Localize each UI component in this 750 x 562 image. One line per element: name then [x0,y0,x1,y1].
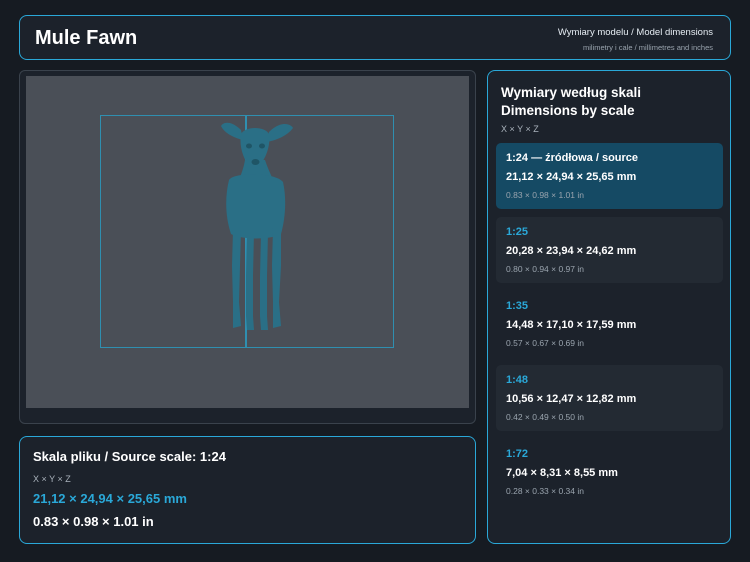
scale-label: 1:25 [506,226,529,238]
page-title: Mule Fawn [35,27,138,49]
scale-card-1-24[interactable]: 1:24 — źródłowa / source 21,12 × 24,94 ×… [496,143,723,209]
scale-label: 1:72 [506,448,529,460]
scales-title-line2: Dimensions by scale [501,103,635,118]
header-bar: Mule Fawn Wymiary modelu / Model dimensi… [19,15,731,60]
scale-card-1-48[interactable]: 1:48 10,56 × 12,47 × 12,82 mm 0.42 × 0.4… [496,365,723,431]
scale-dimensions-mm: 7,04 × 8,31 × 8,55 mm [506,467,618,479]
scale-dimensions-mm: 10,56 × 12,47 × 12,82 mm [506,393,637,405]
scale-dimensions-in: 0.57 × 0.67 × 0.69 in [506,338,584,348]
scale-dimensions-mm: 21,12 × 24,94 × 25,65 mm [506,171,637,183]
source-dimensions-mm: 21,12 × 24,94 × 25,65 mm [33,491,187,506]
scale-card-1-35[interactable]: 1:35 14,48 × 17,10 × 17,59 mm 0.57 × 0.6… [496,291,723,357]
source-scale-panel: Skala pliku / Source scale: 1:24 X × Y ×… [19,436,476,544]
scales-axes-label: X × Y × Z [501,124,539,134]
model-viewer-panel [19,70,476,424]
scale-dimensions-mm: 20,28 × 23,94 × 24,62 mm [506,245,637,257]
header-caption: milimetry i cale / millimetres and inche… [582,43,713,52]
scale-dimensions-in: 0.42 × 0.49 × 0.50 in [506,412,584,422]
source-dimensions-in: 0.83 × 0.98 × 1.01 in [33,514,154,529]
header-subtitle: Wymiary modelu / Model dimensions [557,27,713,38]
scales-panel: Wymiary według skali Dimensions by scale… [487,70,731,544]
fawn-model-icon [221,122,293,330]
scale-dimensions-in: 0.83 × 0.98 × 1.01 in [506,190,584,200]
scale-dimensions-in: 0.80 × 0.94 × 0.97 in [506,264,584,274]
scale-dimensions-in: 0.28 × 0.33 × 0.34 in [506,486,584,496]
scale-dimensions-mm: 14,48 × 17,10 × 17,59 mm [506,319,637,331]
source-axes-label: X × Y × Z [33,474,71,484]
scale-label: 1:24 — źródłowa / source [506,152,639,164]
scale-card-1-72[interactable]: 1:72 7,04 × 8,31 × 8,55 mm 0.28 × 0.33 ×… [496,439,723,505]
scales-title: Wymiary według skali Dimensions by scale [501,84,641,120]
source-scale-title: Skala pliku / Source scale: 1:24 [33,449,226,464]
scale-card-1-25[interactable]: 1:25 20,28 × 23,94 × 24,62 mm 0.80 × 0.9… [496,217,723,283]
model-viewport[interactable] [26,76,469,408]
scale-label: 1:35 [506,300,529,312]
scales-title-line1: Wymiary według skali [501,85,642,100]
scale-label: 1:48 [506,374,529,386]
